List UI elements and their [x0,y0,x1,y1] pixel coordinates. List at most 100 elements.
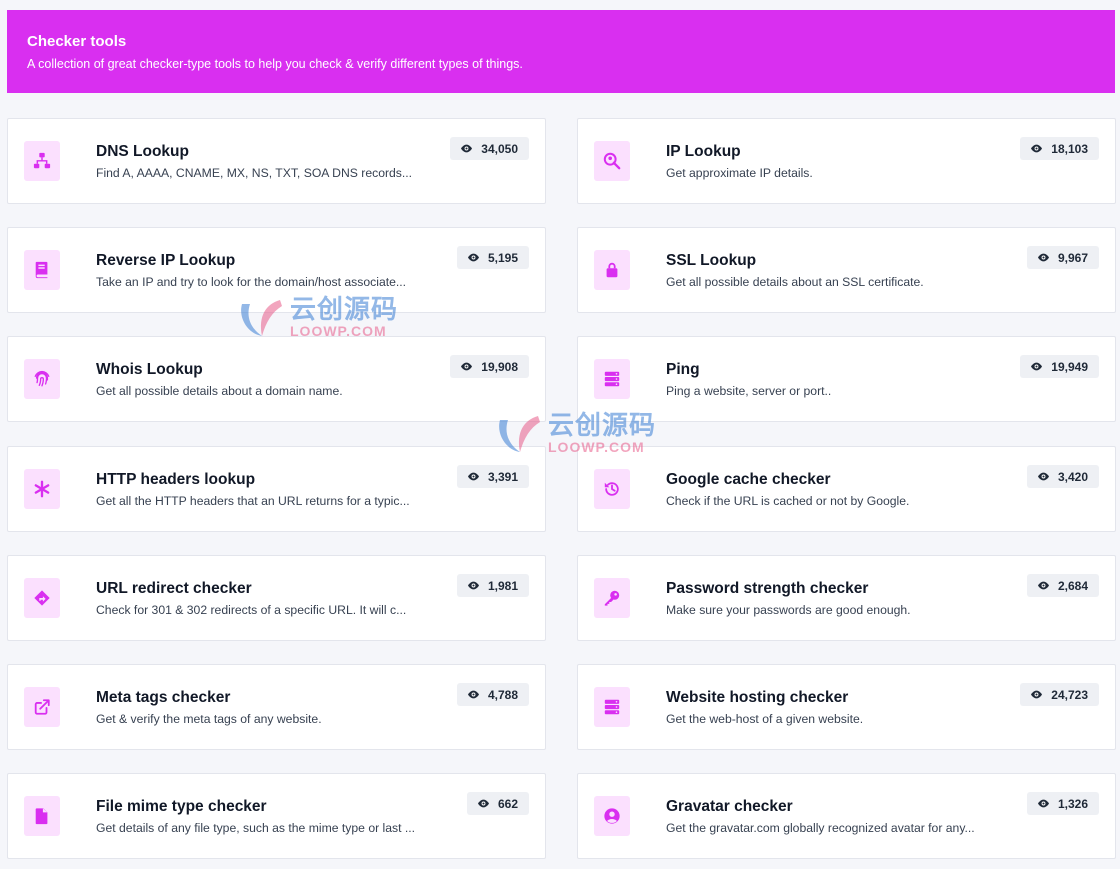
views-badge: 662 [466,792,529,815]
tool-card[interactable]: HTTP headers lookup Get all the HTTP head… [7,446,546,532]
views-badge: 18,103 [1020,137,1099,160]
server-icon [604,699,620,715]
tool-description: Get approximate IP details. [666,166,813,180]
tool-description: Check if the URL is cached or not by Goo… [666,494,910,508]
views-badge: 19,908 [450,355,529,378]
tool-icon-box [24,359,60,399]
eye-icon [467,581,479,590]
tool-description: Ping a website, server or port.. [666,384,832,398]
views-count: 34,050 [481,141,518,156]
views-badge: 34,050 [450,137,529,160]
key-icon [604,590,620,606]
tool-title[interactable]: Google cache checker [666,471,831,489]
tool-card[interactable]: Password strength checker Make sure your … [577,555,1116,641]
views-badge: 1,326 [1026,792,1099,815]
views-badge: 3,420 [1026,465,1099,488]
tool-description: Get all possible details about an SSL ce… [666,275,924,289]
sitemap-icon [33,152,51,169]
tool-title[interactable]: DNS Lookup [96,143,189,161]
tool-title[interactable]: Website hosting checker [666,689,848,707]
tool-icon-box [594,469,630,509]
search-location-icon [603,152,621,170]
views-count: 24,723 [1051,687,1088,702]
book-icon [35,261,48,279]
tool-card[interactable]: File mime type checker Get details of any… [7,773,546,859]
eye-icon [467,690,479,699]
tool-description: Get all possible details about a domain … [96,384,343,398]
tool-icon-box [24,250,60,290]
tool-icon-box [24,687,60,727]
tool-title[interactable]: Meta tags checker [96,689,230,707]
tool-description: Get the web-host of a given website. [666,712,864,726]
page-title: Checker tools [27,33,127,50]
eye-icon [1031,144,1043,153]
tool-card[interactable]: SSL Lookup Get all possible details about… [577,227,1116,313]
tool-title[interactable]: IP Lookup [666,143,741,161]
views-count: 9,967 [1057,250,1088,265]
tool-title[interactable]: Whois Lookup [96,361,203,379]
eye-icon [1037,799,1049,808]
tool-title[interactable]: Ping [666,361,700,379]
tool-title[interactable]: Reverse IP Lookup [96,252,235,270]
fingerprint-icon [34,370,50,387]
tool-description: Make sure your passwords are good enough… [666,603,911,617]
eye-icon [1031,690,1043,699]
tool-card[interactable]: IP Lookup Get approximate IP details. 18,1… [577,118,1116,204]
views-count: 19,949 [1051,359,1088,374]
views-badge: 24,723 [1020,683,1099,706]
views-count: 5,195 [487,250,518,265]
history-icon [604,482,619,496]
tool-title[interactable]: SSL Lookup [666,252,756,270]
tool-title[interactable]: HTTP headers lookup [96,471,255,489]
tool-card[interactable]: DNS Lookup Find A, AAAA, CNAME, MX, NS, T… [7,118,546,204]
tool-title[interactable]: File mime type checker [96,798,267,816]
views-badge: 4,788 [456,683,529,706]
views-count: 3,420 [1057,469,1088,484]
tool-title[interactable]: URL redirect checker [96,580,252,598]
tool-icon-box [594,578,630,618]
eye-icon [1037,581,1049,590]
lock-icon [606,262,618,278]
user-circle-icon [604,808,620,824]
eye-icon [467,472,479,481]
tool-icon-box [594,687,630,727]
views-count: 4,788 [487,687,518,702]
views-count: 18,103 [1051,141,1088,156]
views-count: 1,326 [1057,796,1088,811]
views-count: 662 [497,796,518,811]
views-badge: 2,684 [1026,574,1099,597]
asterisk-icon [34,480,50,498]
directions-icon [34,590,50,606]
tool-description: Take an IP and try to look for the domai… [96,275,407,289]
tool-card[interactable]: URL redirect checker Check for 301 & 302 … [7,555,546,641]
views-badge: 5,195 [456,246,529,269]
external-link-icon [34,699,50,715]
views-badge: 3,391 [456,465,529,488]
tool-title[interactable]: Gravatar checker [666,798,793,816]
tool-card[interactable]: Meta tags checker Get & verify the meta t… [7,664,546,750]
views-count: 19,908 [481,359,518,374]
tool-description: Get & verify the meta tags of any websit… [96,712,322,726]
tool-icon-box [24,796,60,836]
eye-icon [477,799,489,808]
tool-card[interactable]: Reverse IP Lookup Take an IP and try to l… [7,227,546,313]
tool-icon-box [24,578,60,618]
views-count: 3,391 [487,469,518,484]
tool-card[interactable]: Ping Ping a website, server or port.. 19,9… [577,336,1116,422]
eye-icon [1037,472,1049,481]
tool-card[interactable]: Gravatar checker Get the gravatar.com glo… [577,773,1116,859]
tool-icon-box [594,359,630,399]
tool-card[interactable]: Website hosting checker Get the web-host … [577,664,1116,750]
tool-card[interactable]: Google cache checker Check if the URL is … [577,446,1116,532]
views-badge: 19,949 [1020,355,1099,378]
tool-card[interactable]: Whois Lookup Get all possible details abo… [7,336,546,422]
tool-icon-box [594,796,630,836]
eye-icon [467,253,479,262]
views-badge: 9,967 [1026,246,1099,269]
tool-icon-box [24,469,60,509]
eye-icon [461,362,473,371]
tool-icon-box [594,250,630,290]
tool-description: Get details of any file type, such as th… [96,821,416,835]
server-icon [604,371,620,387]
tool-title[interactable]: Password strength checker [666,580,868,598]
